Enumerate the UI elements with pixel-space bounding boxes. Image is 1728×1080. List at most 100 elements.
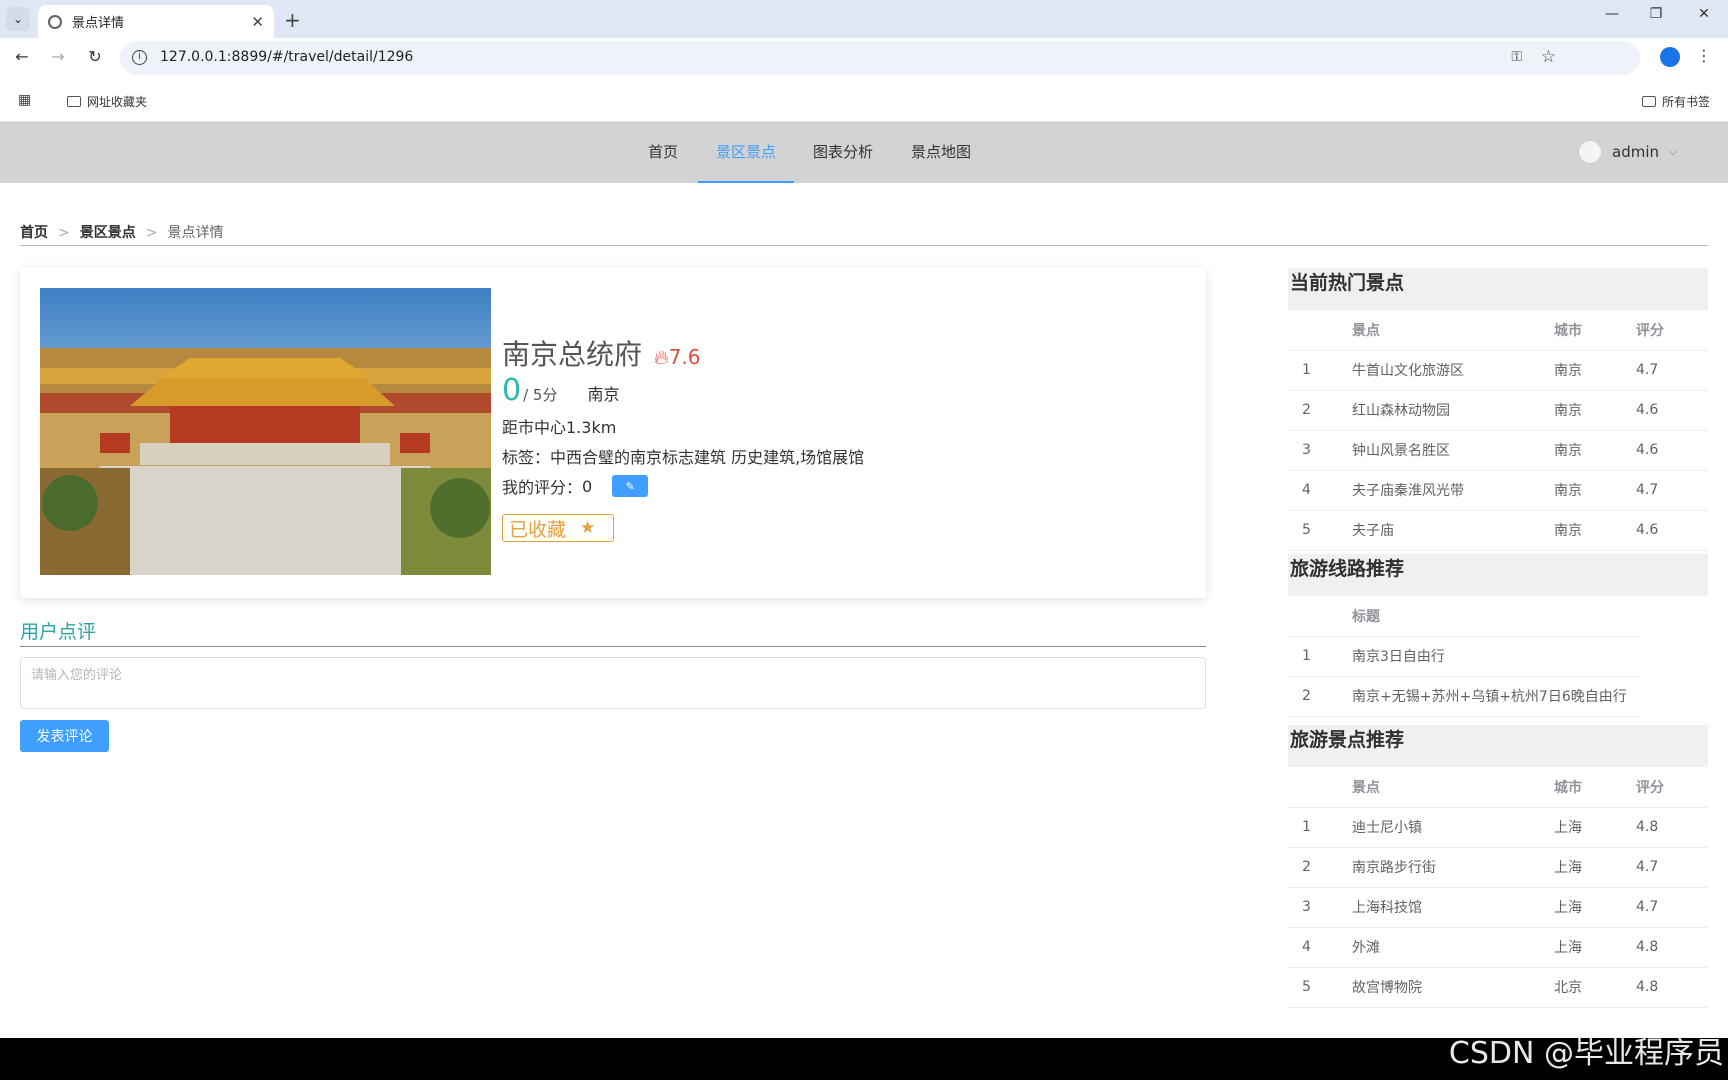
routes-title: 旅游线路推荐 (1288, 554, 1708, 596)
edit-score-button[interactable]: ✎ (612, 475, 649, 497)
row-spot[interactable]: 外滩 (1352, 927, 1554, 968)
row-index: 4 (1288, 927, 1352, 968)
spot-detail-card: 南京总统府 🔥︎7.6 0 / 5分 南京 距市中心1.3km 标签：中西合璧的南… (20, 268, 1206, 598)
reload-icon[interactable]: ↻ (84, 47, 106, 66)
table-row[interactable]: 3 钟山风景名胜区 南京 4.6 (1288, 430, 1708, 471)
comments-title: 用户点评 (20, 621, 97, 643)
site-info-icon[interactable]: i (132, 50, 147, 65)
comment-input[interactable]: 请输入您的评论 (20, 657, 1206, 709)
header-index (1288, 310, 1352, 351)
header-spot: 景点 (1352, 310, 1554, 351)
row-city: 南京 (1554, 430, 1636, 471)
table-row[interactable]: 5 夫子庙 南京 4.6 (1288, 510, 1708, 551)
my-score-label: 我的评分： (502, 478, 583, 497)
table-row[interactable]: 2 红山森林动物园 南京 4.6 (1288, 390, 1708, 431)
header-title: 标题 (1352, 596, 1640, 637)
row-spot[interactable]: 上海科技馆 (1352, 887, 1554, 928)
site-navbar: 首页 景区景点 图表分析 景点地图 admin ⌵ (0, 122, 1728, 183)
row-score: 4.6 (1636, 390, 1708, 431)
close-window-icon[interactable]: ✕ (1684, 6, 1724, 22)
spot-distance: 距市中心1.3km (502, 418, 617, 437)
table-row[interactable]: 1 牛首山文化旅游区 南京 4.7 (1288, 350, 1708, 391)
star-icon: ★ (580, 518, 596, 538)
row-route[interactable]: 南京+无锡+苏州+乌镇+杭州7日6晚自由行 (1352, 676, 1640, 717)
table-header: 景点 城市 评分 (1288, 310, 1708, 351)
table-row[interactable]: 4 外滩 上海 4.8 (1288, 927, 1708, 968)
header-index (1288, 596, 1352, 637)
folder-icon (67, 96, 81, 107)
browser-menu-icon[interactable]: ⋮ (1696, 46, 1712, 65)
address-bar[interactable]: i 127.0.0.1:8899/#/travel/detail/1296 ⚿ … (120, 41, 1640, 75)
header-score: 评分 (1636, 767, 1708, 808)
table-row[interactable]: 4 夫子庙秦淮风光带 南京 4.7 (1288, 470, 1708, 511)
favorite-button[interactable]: 已收藏 ★ (502, 514, 614, 542)
nav-map[interactable]: 景点地图 (904, 122, 978, 183)
row-city: 南京 (1554, 390, 1636, 431)
spot-info: 南京总统府 🔥︎7.6 0 / 5分 南京 距市中心1.3km 标签：中西合璧的南… (502, 333, 864, 542)
tab-search-button[interactable]: ⌄ (6, 7, 30, 31)
breadcrumb-home[interactable]: 首页 (20, 225, 48, 241)
row-spot[interactable]: 钟山风景名胜区 (1352, 430, 1554, 471)
row-index: 1 (1288, 636, 1352, 677)
row-score: 4.7 (1636, 847, 1708, 888)
spot-photo (40, 288, 491, 575)
nav-scenic-spots[interactable]: 景区景点 (698, 122, 794, 183)
spot-name: 南京总统府 (502, 338, 643, 371)
table-row[interactable]: 3 上海科技馆 上海 4.7 (1288, 887, 1708, 928)
submit-comment-button[interactable]: 发表评论 (20, 720, 109, 752)
table-header: 标题 (1288, 596, 1640, 637)
row-index: 1 (1288, 350, 1352, 391)
row-score: 4.8 (1636, 927, 1708, 968)
fire-icon: 🔥︎ (654, 345, 669, 369)
routes-table: 标题 1 南京3日自由行 2 南京+无锡+苏州+乌镇+杭州7日6晚自由行 (1288, 596, 1640, 717)
url-text[interactable]: 127.0.0.1:8899/#/travel/detail/1296 (160, 49, 413, 65)
nav-charts[interactable]: 图表分析 (806, 122, 880, 183)
row-index: 5 (1288, 510, 1352, 551)
minimize-icon[interactable]: — (1592, 6, 1632, 22)
row-spot[interactable]: 牛首山文化旅游区 (1352, 350, 1554, 391)
table-row[interactable]: 1 迪士尼小镇 上海 4.8 (1288, 807, 1708, 848)
table-row[interactable]: 5 故宫博物院 北京 4.8 (1288, 967, 1708, 1008)
close-tab-icon[interactable]: ✕ (251, 13, 264, 31)
all-bookmarks[interactable]: 所有书签 (1642, 93, 1710, 110)
my-score-value: 0 (582, 476, 593, 496)
new-tab-button[interactable]: + (284, 8, 301, 32)
row-spot[interactable]: 迪士尼小镇 (1352, 807, 1554, 848)
row-index: 3 (1288, 887, 1352, 928)
breadcrumb-current: 景点详情 (167, 225, 224, 241)
forward-icon[interactable]: → (47, 47, 69, 66)
globe-icon (48, 14, 62, 29)
row-index: 2 (1288, 847, 1352, 888)
row-spot[interactable]: 南京路步行街 (1352, 847, 1554, 888)
table-row[interactable]: 2 南京+无锡+苏州+乌镇+杭州7日6晚自由行 (1288, 676, 1640, 717)
bookmark-star-icon[interactable]: ☆ (1541, 47, 1556, 67)
table-row[interactable]: 1 南京3日自由行 (1288, 636, 1640, 677)
row-score: 4.7 (1636, 887, 1708, 928)
avatar (1578, 140, 1602, 164)
row-spot[interactable]: 故宫博物院 (1352, 967, 1554, 1008)
bookmarks-bar: ▦ 网址收藏夹 所有书签 (0, 78, 1728, 122)
browser-tab[interactable]: 景点详情 ✕ (38, 5, 274, 38)
restore-icon[interactable]: ❐ (1636, 6, 1676, 22)
profile-avatar-icon[interactable] (1660, 47, 1680, 67)
bookmark-folder-label: 网址收藏夹 (87, 95, 148, 109)
row-route[interactable]: 南京3日自由行 (1352, 636, 1640, 677)
row-spot[interactable]: 红山森林动物园 (1352, 390, 1554, 431)
breadcrumb-separator: > (145, 225, 158, 241)
user-menu[interactable]: admin ⌵ (1578, 140, 1677, 164)
row-city: 南京 (1554, 510, 1636, 551)
apps-grid-icon[interactable]: ▦ (18, 92, 31, 108)
password-key-icon[interactable]: ⚿ (1511, 49, 1522, 65)
row-spot[interactable]: 夫子庙秦淮风光带 (1352, 470, 1554, 511)
recommend-panel: 旅游景点推荐 景点 城市 评分 1 迪士尼小镇 上海 4.8 2 南京路步行街 上海 4.7… (1288, 725, 1708, 1008)
row-city: 上海 (1554, 807, 1636, 848)
breadcrumb-spots[interactable]: 景区景点 (80, 225, 136, 241)
back-icon[interactable]: ← (11, 47, 33, 66)
row-spot[interactable]: 夫子庙 (1352, 510, 1554, 551)
hot-index: 🔥︎7.6 (654, 345, 701, 369)
bookmark-folder[interactable]: 网址收藏夹 (67, 93, 147, 110)
chevron-down-icon: ⌵ (1669, 145, 1678, 158)
row-city: 上海 (1554, 887, 1636, 928)
nav-home[interactable]: 首页 (640, 122, 686, 183)
table-row[interactable]: 2 南京路步行街 上海 4.7 (1288, 847, 1708, 888)
